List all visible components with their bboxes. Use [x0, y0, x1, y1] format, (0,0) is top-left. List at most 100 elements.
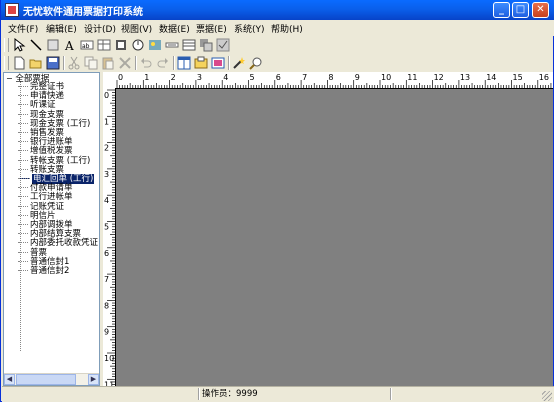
tree-branch: [18, 260, 28, 262]
tree-branch: [18, 205, 28, 207]
tree-branch: [18, 132, 28, 133]
tree-branch: [18, 141, 28, 143]
vertical-ruler: 0 1 2 3 4 5 6 7 8 9 10 11: [103, 88, 116, 386]
menu-bar: 文件(F) 编辑(E) 设计(D) 视图(V) 数据(E) 票据(E) 系统(Y…: [2, 20, 554, 36]
image-icon[interactable]: [131, 38, 145, 52]
ruler-number: 4: [104, 196, 109, 205]
ruler-number: 4: [223, 73, 228, 82]
tree-branch: [18, 187, 28, 189]
ruler-number: 12: [434, 73, 444, 82]
ruler-number: 0: [104, 91, 109, 100]
toolbar-separator: [228, 56, 230, 70]
tree-branch: [18, 168, 28, 170]
new-icon[interactable]: [12, 56, 26, 70]
barcode-icon[interactable]: [114, 38, 128, 52]
toolbar-grip[interactable]: [4, 56, 9, 70]
ruler-number: 8: [104, 301, 109, 310]
ruler-number: 3: [104, 170, 109, 179]
redo-icon[interactable]: [156, 56, 170, 70]
tree-branch: [18, 196, 28, 198]
multi-icon[interactable]: [199, 38, 213, 52]
scroll-thumb[interactable]: [16, 374, 76, 385]
app-icon[interactable]: [5, 3, 19, 17]
label-field-icon[interactable]: ab: [80, 38, 94, 52]
operator-status: 操作员：9999: [202, 389, 258, 399]
tree-item[interactable]: 普通信封2: [18, 267, 69, 276]
ruler-number: 1: [144, 73, 149, 82]
tree-branch: [18, 214, 28, 216]
ruler-number: 5: [250, 73, 255, 82]
ruler-number: 14: [486, 73, 496, 82]
delete-icon[interactable]: [118, 56, 132, 70]
save-icon[interactable]: [46, 56, 60, 70]
line-icon[interactable]: [29, 38, 43, 52]
minimize-button[interactable]: _: [493, 2, 510, 18]
collapse-icon[interactable]: −: [6, 74, 13, 83]
ruler-number: 10: [104, 354, 114, 363]
toolbar-separator: [173, 56, 175, 70]
wand-icon[interactable]: [232, 56, 246, 70]
paste-icon[interactable]: [101, 56, 115, 70]
tree-branch: [18, 178, 30, 179]
table-icon[interactable]: [97, 38, 111, 52]
tree-branch: [18, 224, 28, 225]
design-canvas[interactable]: [103, 72, 553, 386]
scroll-left-icon[interactable]: ◀: [4, 374, 15, 385]
horizontal-ruler: 0 1 2 3 4 5 6 7 8 9 10 11 12 13 14 15 16: [103, 72, 553, 89]
check-icon[interactable]: [216, 38, 230, 52]
menu-bill[interactable]: 票据(E): [196, 22, 227, 35]
tree-item-label: 普通信封2: [30, 266, 70, 276]
menu-view[interactable]: 视图(V): [121, 22, 152, 35]
ruler-number: 3: [197, 73, 202, 82]
title-bar[interactable]: 无忧软件通用票据打印系统 _ □ ✕: [1, 0, 554, 20]
ruler-number: 16: [539, 73, 549, 82]
preview-icon[interactable]: [211, 56, 225, 70]
cut-icon[interactable]: [67, 56, 81, 70]
menu-data[interactable]: 数据(E): [159, 22, 190, 35]
scroll-right-icon[interactable]: ▶: [88, 374, 99, 385]
menu-system[interactable]: 系统(Y): [234, 22, 265, 35]
export-icon[interactable]: [194, 56, 208, 70]
ruler-number: 6: [276, 73, 281, 82]
menu-help[interactable]: 帮助(H): [271, 22, 303, 35]
menu-file[interactable]: 文件(F): [8, 22, 38, 35]
toolbar-separator: [63, 56, 65, 70]
ruler-number: 5: [104, 223, 109, 232]
tree-branch: [18, 150, 28, 152]
text-icon[interactable]: A: [63, 38, 77, 52]
pointer-icon[interactable]: [12, 38, 26, 52]
picture-icon[interactable]: [148, 38, 162, 52]
close-button[interactable]: ✕: [532, 2, 549, 18]
ruler-number: 9: [355, 73, 360, 82]
ruler-corner: [103, 72, 115, 88]
tree-branch: [18, 251, 28, 253]
ruler-number: 15: [513, 73, 523, 82]
tree-branch: [18, 104, 28, 106]
design-toolbar: A ab: [2, 36, 242, 54]
tree-branch: [18, 86, 28, 87]
layout-icon[interactable]: [177, 56, 191, 70]
app-window: 无忧软件通用票据打印系统 _ □ ✕ 文件(F) 编辑(E) 设计(D) 视图(…: [0, 0, 554, 402]
toolbar-grip[interactable]: [4, 38, 9, 52]
grid-icon[interactable]: [182, 38, 196, 52]
standard-toolbar: [2, 54, 302, 72]
rectangle-icon[interactable]: [46, 38, 60, 52]
bill-tree[interactable]: − 全部票据 完整证书 申请快递 听课证 现金支票 现金支票 (工行) 销售发票 银行进账单…: [3, 72, 100, 386]
ruler-number: 7: [104, 275, 109, 284]
toolbar-separator: [135, 56, 137, 70]
ruler-number: 13: [460, 73, 470, 82]
maximize-button[interactable]: □: [512, 2, 529, 18]
menu-design[interactable]: 设计(D): [84, 22, 116, 35]
tree-horizontal-scrollbar[interactable]: ◀ ▶: [4, 373, 99, 385]
ruler-number: 6: [104, 249, 109, 258]
ruler-number: 8: [328, 73, 333, 82]
undo-icon[interactable]: [139, 56, 153, 70]
ruler-number: 0: [118, 73, 123, 82]
hline-icon[interactable]: [165, 38, 179, 52]
resize-grip-icon[interactable]: [542, 391, 552, 401]
menu-edit[interactable]: 编辑(E): [46, 22, 77, 35]
open-icon[interactable]: [29, 56, 43, 70]
status-bar: 操作员：9999: [2, 386, 554, 402]
copy-icon[interactable]: [84, 56, 98, 70]
zoom-icon[interactable]: [249, 56, 263, 70]
